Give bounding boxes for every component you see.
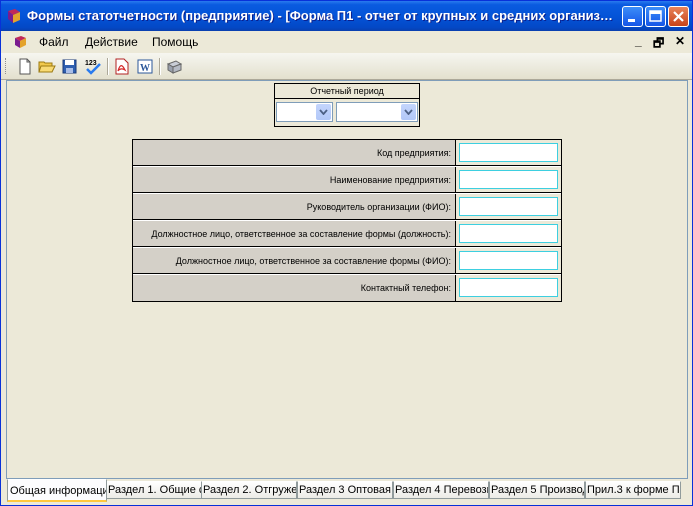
responsible-position-input[interactable] <box>459 224 558 243</box>
menu-file[interactable]: Файл <box>39 35 69 49</box>
section-tabs: Общая информация Раздел 1. Общие сведени… <box>6 479 688 503</box>
reporting-period-group: Отчетный период <box>274 83 420 127</box>
enterprise-code-input[interactable] <box>459 143 558 162</box>
period-month-dropdown[interactable] <box>316 104 331 120</box>
tab-appendix-3[interactable]: Прил.3 к форме П1 <box>585 481 681 499</box>
mdi-restore-button[interactable]: 🗗 <box>653 34 664 55</box>
director-name-label: Руководитель организации (ФИО): <box>133 194 456 220</box>
app-icon <box>8 9 20 23</box>
print-settings-icon[interactable] <box>165 58 183 75</box>
svg-text:W: W <box>140 63 150 74</box>
minimize-icon <box>628 19 635 22</box>
menu-action[interactable]: Действие <box>85 35 138 49</box>
table-cell <box>456 140 561 166</box>
period-month-select[interactable] <box>276 102 333 122</box>
enterprise-info-table: Код предприятия: Наименование предприяти… <box>132 139 562 302</box>
contact-phone-label: Контактный телефон: <box>133 275 456 301</box>
save-icon[interactable] <box>61 58 79 75</box>
chevron-down-icon <box>319 109 328 115</box>
tab-general-info[interactable]: Общая информация <box>7 479 107 502</box>
app-window: Формы статотчетности (предприятие) - [Фо… <box>0 0 693 506</box>
tab-section-3[interactable]: Раздел 3 Оптовая <box>297 481 393 499</box>
contact-phone-input[interactable] <box>459 278 558 297</box>
table-cell <box>456 194 561 220</box>
mdi-child-icon[interactable] <box>13 35 29 49</box>
period-year-select[interactable] <box>336 102 418 122</box>
enterprise-name-input[interactable] <box>459 170 558 189</box>
toolbar <box>1 53 692 80</box>
table-cell <box>456 221 561 247</box>
toolbar-grip[interactable] <box>5 58 9 74</box>
spell-check-icon[interactable]: 123 <box>84 58 102 75</box>
close-icon <box>673 11 684 22</box>
responsible-name-label: Должностное лицо, ответственное за соста… <box>133 248 456 274</box>
responsible-name-input[interactable] <box>459 251 558 270</box>
new-document-icon[interactable] <box>16 58 34 75</box>
enterprise-name-label: Наименование предприятия: <box>133 167 456 193</box>
tab-section-4[interactable]: Раздел 4 Перевозки <box>393 481 489 499</box>
chevron-down-icon <box>404 109 413 115</box>
table-cell <box>456 248 561 274</box>
director-name-input[interactable] <box>459 197 558 216</box>
reporting-period-label: Отчетный период <box>275 84 419 99</box>
menu-help[interactable]: Помощь <box>152 35 198 49</box>
mdi-minimize-button[interactable]: _ <box>635 34 642 48</box>
word-export-icon[interactable]: W <box>136 58 154 75</box>
pdf-export-icon[interactable] <box>113 58 131 75</box>
close-button[interactable] <box>668 6 689 27</box>
window-title: Формы статотчетности (предприятие) - [Фо… <box>27 8 615 23</box>
toolbar-separator <box>159 58 161 75</box>
tab-section-2[interactable]: Раздел 2. Отгружено <box>201 481 297 499</box>
period-year-dropdown[interactable] <box>401 104 416 120</box>
title-bar[interactable]: Формы статотчетности (предприятие) - [Фо… <box>1 1 692 31</box>
tab-section-1[interactable]: Раздел 1. Общие сведения <box>106 481 202 499</box>
responsible-position-label: Должностное лицо, ответственное за соста… <box>133 221 456 247</box>
mdi-close-button[interactable]: ✕ <box>675 34 685 48</box>
maximize-button[interactable] <box>645 6 666 27</box>
tab-section-5[interactable]: Раздел 5 Производство <box>489 481 585 499</box>
table-cell <box>456 167 561 193</box>
minimize-button[interactable] <box>622 6 643 27</box>
toolbar-separator <box>107 58 109 75</box>
open-folder-icon[interactable] <box>38 58 56 75</box>
svg-text:123: 123 <box>85 60 97 67</box>
enterprise-code-label: Код предприятия: <box>133 140 456 166</box>
maximize-icon <box>649 10 662 22</box>
table-cell <box>456 275 561 301</box>
